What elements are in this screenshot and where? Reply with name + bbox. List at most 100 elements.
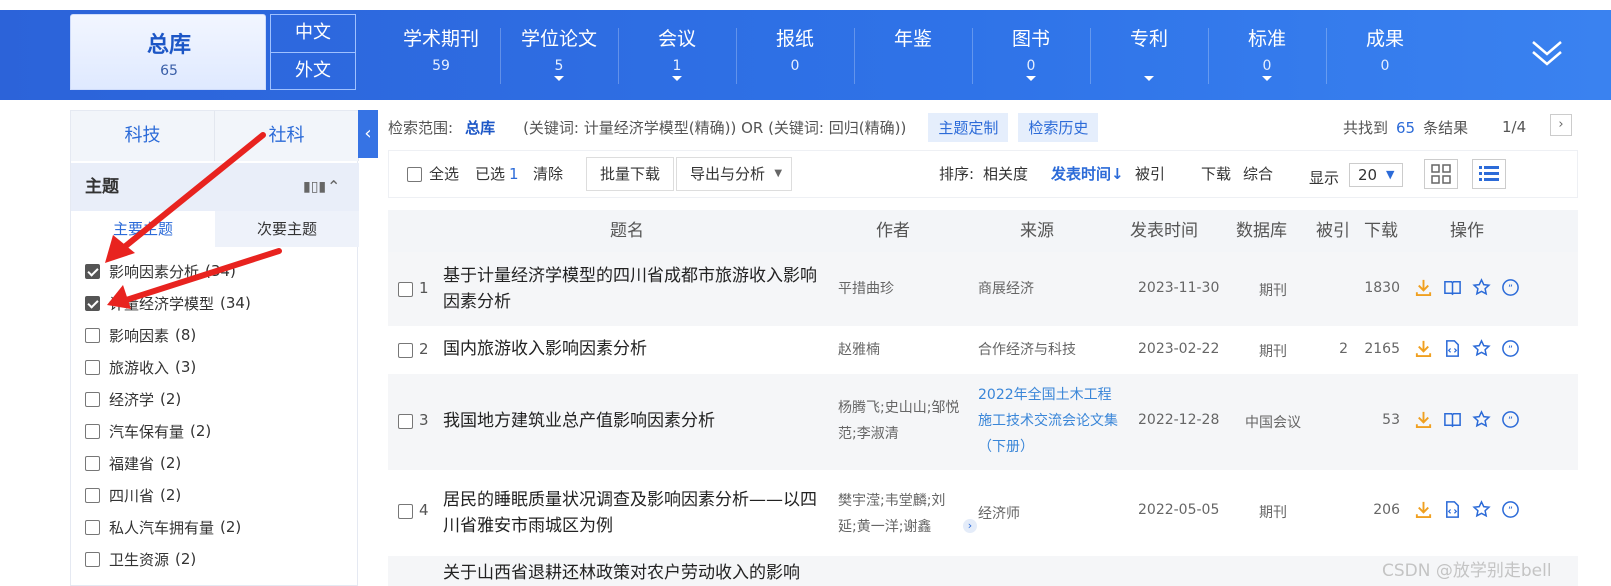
collapse-sidebar-button[interactable]: ‹	[358, 110, 378, 158]
checkbox[interactable]	[85, 391, 100, 407]
tab-science[interactable]: 科技	[71, 111, 215, 161]
checkbox[interactable]	[85, 487, 100, 503]
tab-zongku[interactable]: 总库 65	[70, 14, 266, 90]
row-author[interactable]: 赵雅楠	[838, 337, 968, 363]
read-online-icon[interactable]	[1443, 410, 1462, 429]
chevron-up-icon[interactable]: ⌃	[327, 163, 340, 211]
sort-composite[interactable]: 综合	[1243, 151, 1273, 197]
tab-secondary-topic[interactable]: 次要主题	[215, 211, 359, 247]
row-title-link[interactable]: 居民的睡眠质量状况调查及影响因素分析——以四川省雅安市雨城区为例	[443, 487, 828, 539]
facet-item[interactable]: 福建省 (2)	[85, 447, 355, 479]
tab-standards[interactable]: 标准 0	[1208, 24, 1326, 81]
html-read-icon[interactable]	[1443, 500, 1462, 519]
row-source[interactable]: 合作经济与科技	[978, 337, 1123, 363]
sort-label: 排序:	[939, 165, 975, 183]
favorite-star-icon[interactable]	[1472, 410, 1491, 429]
scope-value[interactable]: 总库	[465, 117, 495, 138]
list-view-icon[interactable]	[1472, 159, 1506, 189]
tab-primary-topic[interactable]: 主要主题	[71, 211, 215, 247]
sort-relevance[interactable]: 相关度	[983, 151, 1028, 197]
row-checkbox[interactable]	[398, 414, 413, 429]
tab-label: 报纸	[775, 28, 814, 50]
tab-yearbook[interactable]: 年鉴	[854, 24, 972, 58]
facet-header[interactable]: 主题 ▮▯▮ ⌃	[71, 163, 359, 211]
tab-books[interactable]: 图书 0	[972, 24, 1090, 81]
select-all-label[interactable]: 全选	[429, 151, 459, 197]
facet-label: 旅游收入	[109, 358, 170, 377]
download-icon[interactable]	[1414, 500, 1433, 519]
facet-label: 福建省	[109, 454, 155, 473]
row-title-link[interactable]: 我国地方建筑业总产值影响因素分析	[443, 408, 828, 434]
grid-view-icon[interactable]	[1424, 159, 1458, 189]
facet-item[interactable]: 四川省 (2)	[85, 479, 355, 511]
batch-download-button[interactable]: 批量下载	[586, 157, 675, 191]
row-date: 2023-02-22	[1138, 341, 1220, 357]
page-size-select[interactable]: 20 ▼	[1349, 163, 1403, 187]
search-history-button[interactable]: 检索历史	[1018, 112, 1099, 142]
checkbox[interactable]	[85, 263, 100, 279]
more-authors-button[interactable]: ›	[963, 519, 977, 533]
cite-quote-icon[interactable]: ”	[1501, 500, 1520, 519]
tab-journals[interactable]: 学术期刊 59	[382, 24, 500, 74]
row-author[interactable]: 杨腾飞;史山山;邹悦范;李淑清	[838, 395, 968, 447]
tab-patents[interactable]: 专利	[1090, 24, 1208, 81]
sort-date[interactable]: 发表时间↓	[1051, 151, 1124, 197]
sort-cited[interactable]: 被引	[1135, 151, 1165, 197]
checkbox[interactable]	[85, 423, 100, 439]
bar-chart-icon[interactable]: ▮▯▮	[303, 163, 326, 211]
row-checkbox[interactable]	[398, 343, 413, 358]
tab-newspaper[interactable]: 报纸 0	[736, 24, 854, 74]
row-title-link[interactable]: 基于计量经济学模型的四川省成都市旅游收入影响因素分析	[443, 263, 828, 315]
facet-item[interactable]: 汽车保有量 (2)	[85, 415, 355, 447]
facet-item[interactable]: 计量经济学模型 (34)	[85, 287, 355, 319]
facet-item[interactable]: 卫生资源 (2)	[85, 543, 355, 575]
facet-item[interactable]: 经济学 (2)	[85, 383, 355, 415]
select-all-checkbox[interactable]	[407, 167, 422, 182]
facet-item[interactable]: 旅游收入 (3)	[85, 351, 355, 383]
tab-social-science[interactable]: 社科	[215, 111, 359, 161]
clear-button[interactable]: 清除	[533, 151, 563, 197]
checkbox[interactable]	[85, 295, 100, 311]
row-author[interactable]: 樊宇滢;韦堂麟;刘延;黄一洋;谢鑫	[838, 488, 952, 540]
facet-item[interactable]: 影响因素分析 (34)	[85, 255, 355, 287]
tab-conference[interactable]: 会议 1	[618, 24, 736, 81]
favorite-star-icon[interactable]	[1472, 278, 1491, 297]
download-icon[interactable]	[1414, 410, 1433, 429]
download-icon[interactable]	[1414, 278, 1433, 297]
favorite-star-icon[interactable]	[1472, 339, 1491, 358]
favorite-star-icon[interactable]	[1472, 500, 1491, 519]
row-checkbox[interactable]	[398, 504, 413, 519]
tab-achievements[interactable]: 成果 0	[1326, 24, 1444, 74]
expand-chevron-icon[interactable]	[1530, 34, 1564, 68]
checkbox[interactable]	[85, 551, 100, 567]
row-author[interactable]: 平措曲珍	[838, 276, 968, 302]
export-analysis-button[interactable]: 导出与分析 ▼	[676, 157, 793, 191]
sort-downloads[interactable]: 下载	[1201, 151, 1231, 197]
lang-chinese-button[interactable]: 中文	[270, 14, 356, 52]
chevron-down-icon	[554, 76, 564, 81]
cite-quote-icon[interactable]: ”	[1501, 410, 1520, 429]
facet-item[interactable]: 私人汽车拥有量 (2)	[85, 511, 355, 543]
facet-item[interactable]: 影响因素 (8)	[85, 319, 355, 351]
cite-quote-icon[interactable]: ”	[1501, 278, 1520, 297]
row-source[interactable]: 商展经济	[978, 276, 1123, 302]
html-read-icon[interactable]	[1443, 339, 1462, 358]
checkbox[interactable]	[85, 359, 100, 375]
row-title-link[interactable]: 关于山西省退耕还林政策对农户劳动收入的影响	[443, 560, 828, 586]
next-page-button[interactable]: ›	[1550, 114, 1572, 136]
svg-text:”: ”	[1508, 344, 1513, 355]
lang-foreign-button[interactable]: 外文	[270, 52, 356, 90]
tab-theses[interactable]: 学位论文 5	[500, 24, 618, 81]
checkbox[interactable]	[85, 327, 100, 343]
row-title-link[interactable]: 国内旅游收入影响因素分析	[443, 336, 828, 362]
row-source[interactable]: 2022年全国土木工程施工技术交流会论文集（下册）	[978, 382, 1123, 460]
checkbox[interactable]	[85, 455, 100, 471]
row-checkbox[interactable]	[398, 282, 413, 297]
cite-quote-icon[interactable]: ”	[1501, 339, 1520, 358]
theme-custom-button[interactable]: 主题定制	[928, 112, 1009, 142]
row-source[interactable]: 经济师	[978, 501, 1123, 527]
download-icon[interactable]	[1414, 339, 1433, 358]
row-cited[interactable]: 2	[1308, 341, 1348, 357]
read-online-icon[interactable]	[1443, 278, 1462, 297]
checkbox[interactable]	[85, 519, 100, 535]
